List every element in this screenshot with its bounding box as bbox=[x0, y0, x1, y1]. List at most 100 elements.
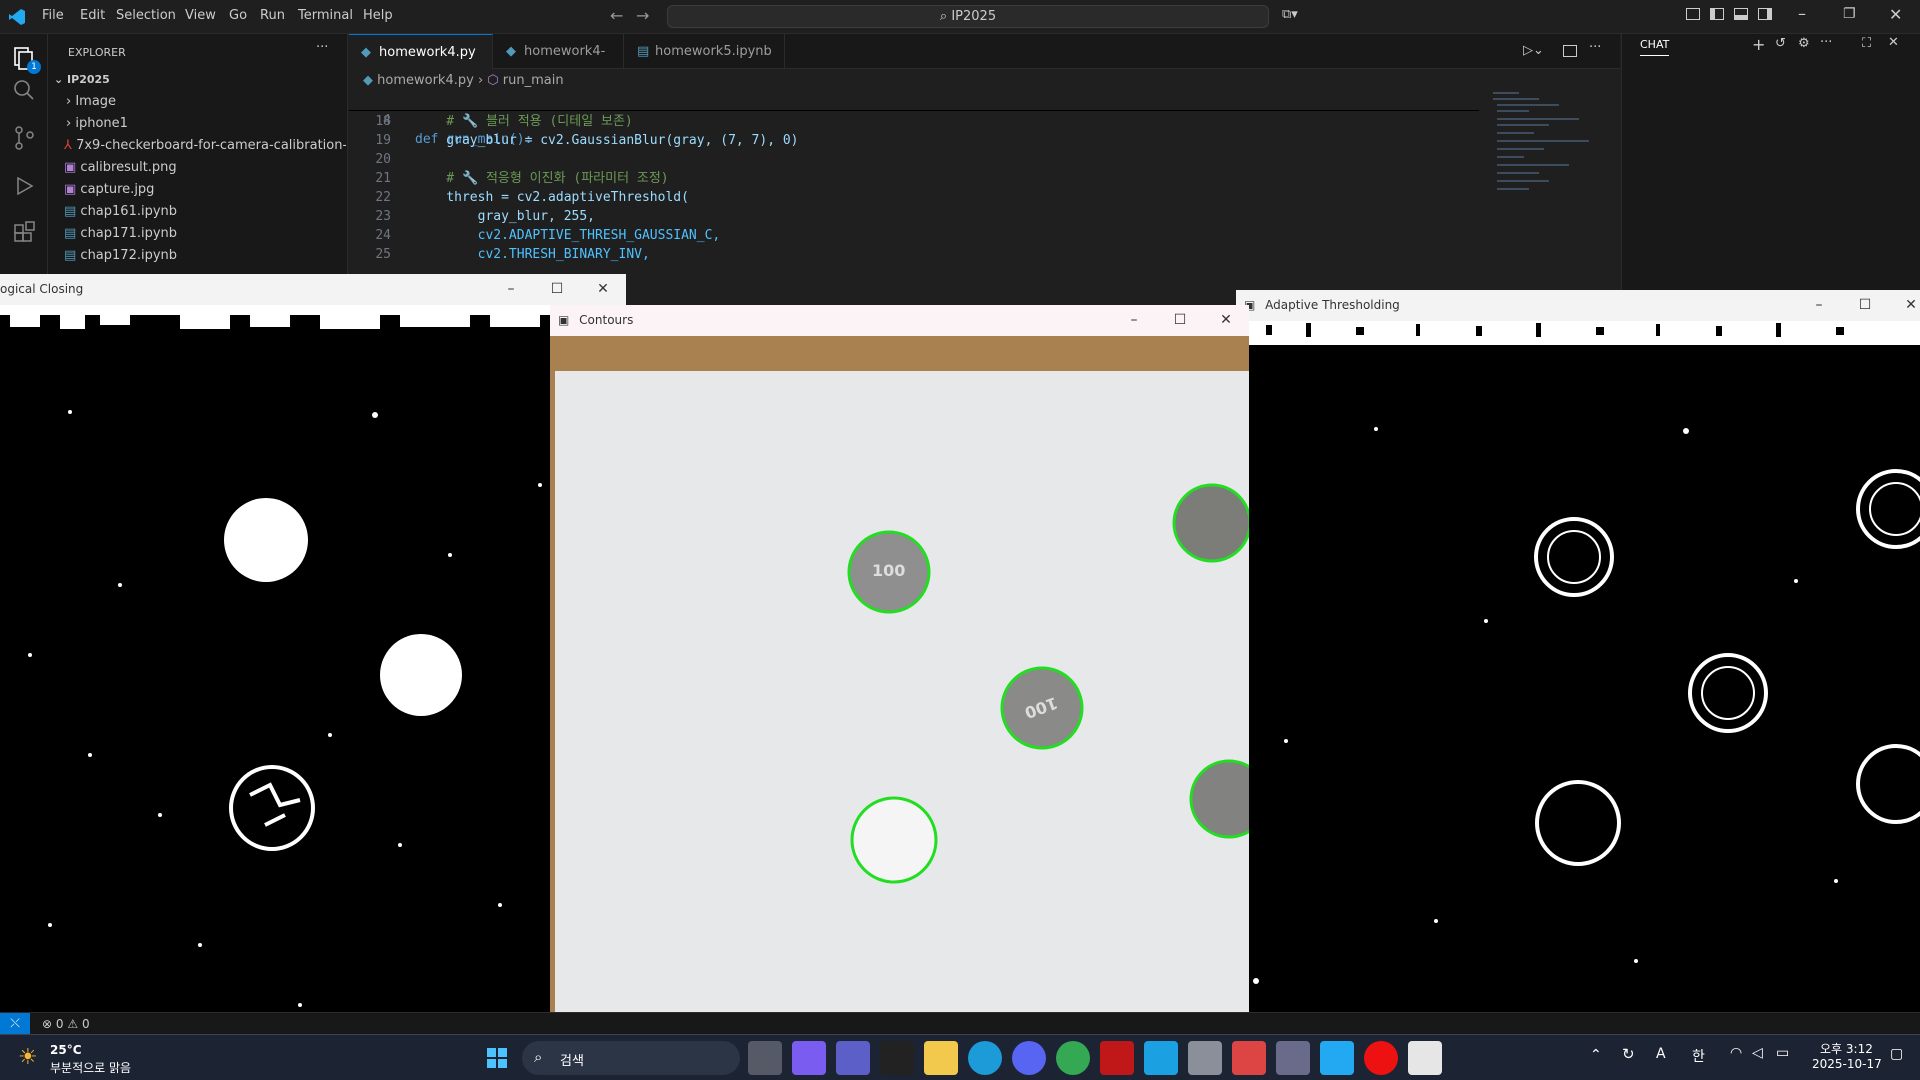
maximize-icon[interactable]: ☐ bbox=[1842, 290, 1888, 321]
breadcrumb-file[interactable]: homework4.py bbox=[377, 73, 474, 88]
search-icon[interactable] bbox=[10, 76, 38, 104]
store-icon[interactable] bbox=[1144, 1041, 1178, 1075]
code-editor[interactable]: ◆ homework4.py › ⬡ run_main 4 def run_ma… bbox=[349, 69, 1620, 289]
tab-homework4-1[interactable]: ◆ homework4-1.py bbox=[494, 34, 624, 94]
minimize-icon[interactable]: – bbox=[1798, 4, 1806, 23]
folder-root[interactable]: ⌄ IP2025 bbox=[48, 69, 346, 91]
close-icon[interactable]: ✕ bbox=[580, 274, 626, 305]
clock-date[interactable]: 2025-10-17 bbox=[1812, 1057, 1882, 1071]
chevron-right-icon: › bbox=[66, 94, 76, 109]
tree-item-chap161[interactable]: ▤ chap161.ipynb bbox=[48, 201, 346, 223]
sticky-scroll-line[interactable]: 4 def run_main(): bbox=[349, 92, 1479, 147]
problems-indicator[interactable]: ⊗ 0 ⚠ 0 bbox=[42, 1017, 90, 1031]
editor-more-icon[interactable]: ··· bbox=[1589, 40, 1601, 55]
app-icon[interactable] bbox=[1232, 1041, 1266, 1075]
chevron-up-icon[interactable]: ⌃ bbox=[1590, 1047, 1602, 1063]
logical-closing-window[interactable]: ogical Closing – ☐ ✕ bbox=[0, 274, 626, 1014]
menu-terminal[interactable]: Terminal bbox=[298, 8, 353, 23]
weather-widget[interactable]: ☀ 25°C 부분적으로 맑음 bbox=[18, 1041, 158, 1075]
discord-icon[interactable] bbox=[1012, 1041, 1046, 1075]
minimize-icon[interactable]: – bbox=[488, 274, 534, 305]
code-text: gray_blur = cv2.GaussianBlur(gray, (7, 7… bbox=[415, 133, 799, 148]
task-view-icon[interactable] bbox=[748, 1041, 782, 1075]
toggle-secondary-sidebar-icon[interactable] bbox=[1758, 8, 1772, 20]
mcafee-icon[interactable] bbox=[1100, 1041, 1134, 1075]
menu-help[interactable]: Help bbox=[363, 8, 393, 23]
app-icon[interactable] bbox=[1276, 1041, 1310, 1075]
tree-item-capture[interactable]: ▣ capture.jpg bbox=[48, 179, 346, 201]
tree-item-pdf[interactable]: ⅄ 7x9-checkerboard-for-camera-calibratio… bbox=[48, 135, 346, 157]
close-icon[interactable]: ✕ bbox=[1888, 290, 1920, 321]
tree-item-image[interactable]: › Image bbox=[48, 91, 346, 113]
taskbar-search[interactable]: ⌕ 검색 bbox=[522, 1041, 740, 1075]
notification-icon[interactable]: ▢ bbox=[1890, 1046, 1903, 1062]
source-control-icon[interactable] bbox=[10, 124, 38, 152]
python-window-icon[interactable] bbox=[1408, 1041, 1442, 1075]
tree-item-chap171[interactable]: ▤ chap171.ipynb bbox=[48, 223, 346, 245]
status-bar: ⤬ ⊗ 0 ⚠ 0 bbox=[0, 1012, 1920, 1034]
explorer-more-icon[interactable]: ··· bbox=[316, 40, 328, 55]
menu-edit[interactable]: Edit bbox=[80, 8, 105, 23]
back-arrow-icon[interactable]: ← bbox=[610, 6, 623, 25]
contours-window[interactable]: ▣ Contours – ☐ ✕ 100 100 bbox=[550, 305, 1249, 1032]
record-icon[interactable] bbox=[1364, 1041, 1398, 1075]
tab-homework4[interactable]: ◆ homework4.py × bbox=[349, 34, 493, 95]
toggle-panel-icon[interactable] bbox=[1734, 8, 1748, 20]
tab-homework5[interactable]: ▤ homework5.ipynb ● bbox=[625, 34, 785, 94]
start-icon[interactable] bbox=[480, 1041, 514, 1075]
run-debug-icon[interactable] bbox=[10, 172, 38, 200]
window-titlebar[interactable]: ▣ Adaptive Thresholding – ☐ ✕ bbox=[1236, 290, 1920, 321]
minimize-icon[interactable]: – bbox=[1796, 290, 1842, 321]
forward-arrow-icon[interactable]: → bbox=[636, 6, 649, 25]
adaptive-thresholding-window[interactable]: ▣ Adaptive Thresholding – ☐ ✕ bbox=[1236, 290, 1920, 1014]
close-panel-icon[interactable]: ✕ bbox=[1888, 35, 1899, 50]
edge-icon[interactable] bbox=[968, 1041, 1002, 1075]
restore-icon[interactable]: ❐ bbox=[1843, 6, 1856, 22]
maximize-icon[interactable]: ☐ bbox=[534, 274, 580, 305]
chrome-icon[interactable] bbox=[1056, 1041, 1090, 1075]
menu-file[interactable]: File bbox=[42, 8, 64, 23]
tree-item-chap172[interactable]: ▤ chap172.ipynb bbox=[48, 245, 346, 267]
clock-time[interactable]: 오후 3:12 bbox=[1820, 1040, 1873, 1057]
settings-gear-icon[interactable]: ⚙ bbox=[1798, 36, 1810, 51]
sync-icon[interactable]: ↻ bbox=[1622, 1045, 1635, 1063]
command-center-search[interactable]: ⌕ IP2025 bbox=[667, 5, 1269, 28]
app-icon[interactable] bbox=[1188, 1041, 1222, 1075]
wifi-icon[interactable]: ◠ bbox=[1730, 1045, 1742, 1061]
maximize-icon[interactable]: ☐ bbox=[1157, 305, 1203, 336]
menu-run[interactable]: Run bbox=[260, 8, 285, 23]
teams-icon[interactable] bbox=[836, 1041, 870, 1075]
close-icon[interactable]: ✕ bbox=[1889, 5, 1902, 24]
extensions-icon[interactable] bbox=[10, 220, 38, 248]
file-explorer-icon[interactable] bbox=[924, 1041, 958, 1075]
window-titlebar[interactable]: ▣ Contours – ☐ ✕ bbox=[550, 305, 1249, 336]
input-mode[interactable]: A bbox=[1656, 1046, 1666, 1062]
remote-icon[interactable]: ⤬ bbox=[0, 1013, 30, 1034]
copilot-icon[interactable]: ⧉▾ bbox=[1282, 7, 1298, 22]
new-chat-icon[interactable]: + bbox=[1752, 35, 1765, 54]
breadcrumb-symbol[interactable]: run_main bbox=[503, 73, 564, 88]
ime-indicator[interactable]: 한 bbox=[1692, 1046, 1705, 1066]
split-editor-icon[interactable] bbox=[1563, 45, 1577, 57]
explorer-icon[interactable]: 1 bbox=[10, 44, 41, 74]
maximize-icon[interactable]: ⛶ bbox=[1862, 36, 1871, 51]
chat-more-icon[interactable]: ··· bbox=[1820, 35, 1832, 50]
menu-go[interactable]: Go bbox=[229, 8, 247, 23]
toggle-sidebar-icon[interactable] bbox=[1710, 8, 1724, 20]
volume-icon[interactable]: ◁ bbox=[1752, 1045, 1763, 1061]
run-file-icon[interactable]: ▷⌄ bbox=[1523, 43, 1544, 58]
window-titlebar[interactable]: ogical Closing – ☐ ✕ bbox=[0, 274, 626, 305]
close-icon[interactable]: ✕ bbox=[1203, 305, 1249, 336]
battery-icon[interactable]: ▭ bbox=[1776, 1045, 1789, 1061]
tree-item-iphone1[interactable]: › iphone1 bbox=[48, 113, 346, 135]
history-icon[interactable]: ↺ bbox=[1775, 36, 1786, 51]
menu-selection[interactable]: Selection bbox=[116, 8, 176, 23]
minimap[interactable] bbox=[1489, 89, 1599, 289]
vscode-icon[interactable] bbox=[1320, 1041, 1354, 1075]
tree-item-calibresult[interactable]: ▣ calibresult.png bbox=[48, 157, 346, 179]
minimize-icon[interactable]: – bbox=[1111, 305, 1157, 336]
layout-icon[interactable] bbox=[1686, 8, 1700, 20]
menu-view[interactable]: View bbox=[185, 8, 216, 23]
copilot-icon[interactable] bbox=[792, 1041, 826, 1075]
app-icon[interactable] bbox=[880, 1041, 914, 1075]
